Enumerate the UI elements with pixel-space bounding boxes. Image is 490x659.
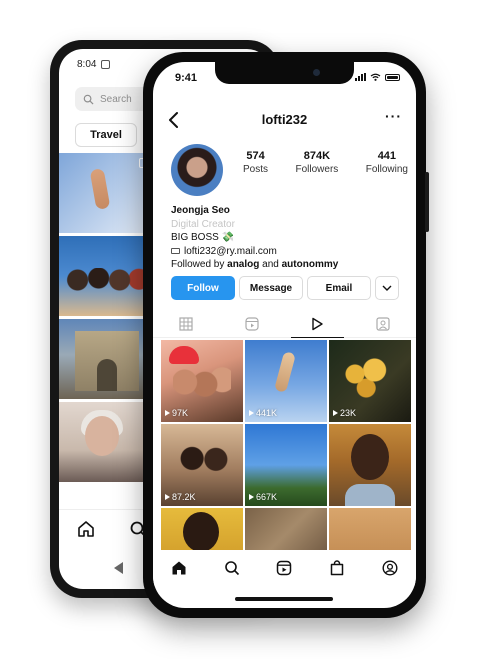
play-small-icon [165, 410, 170, 416]
email-button[interactable]: Email [307, 276, 371, 300]
status-icons [355, 73, 400, 81]
android-back-button[interactable] [114, 562, 123, 574]
profile-display-name: Jeongja Seo [171, 205, 230, 216]
video-tile[interactable] [329, 424, 411, 506]
view-count-text: 667K [256, 492, 278, 502]
tagged-icon [376, 316, 390, 331]
play-icon [312, 317, 324, 330]
profile-bio-line: BIG BOSS 💸 [171, 232, 235, 243]
profile-email-row[interactable]: lofti232@ry.mail.com [171, 245, 401, 259]
video-grid: 97K 441K 23K 87.2K 667K [161, 340, 411, 560]
video-tile[interactable]: 667K [245, 424, 327, 506]
profile-stats: 574 Posts 874K Followers 441 Following [243, 150, 408, 175]
view-count-text: 441K [256, 408, 278, 418]
stat-value: 874K [303, 150, 331, 162]
back-search-placeholder: Search [100, 93, 132, 105]
view-count: 441K [249, 408, 277, 418]
follow-button[interactable]: Follow [171, 276, 235, 300]
profile-bio: Jeongja Seo Digital Creator BIG BOSS 💸 l… [171, 204, 401, 272]
followed-by-row[interactable]: Followed by analog and autonommy [171, 258, 401, 272]
home-icon[interactable] [171, 560, 187, 576]
notch [215, 62, 354, 84]
view-count: 87.2K [165, 492, 196, 502]
followed-by-user-1[interactable]: analog [227, 259, 259, 270]
tab-videos[interactable] [285, 310, 351, 338]
instagram-notification-icon [101, 60, 111, 69]
play-small-icon [333, 410, 338, 416]
stat-label: Followers [295, 164, 339, 175]
view-count-text: 23K [340, 408, 357, 418]
profile-header: lofti232 ··· [153, 106, 416, 134]
stat-label: Posts [243, 164, 269, 175]
back-chip-travel[interactable]: Travel [75, 123, 137, 147]
more-options-icon[interactable]: ··· [385, 108, 402, 124]
view-count-text: 87.2K [172, 492, 196, 502]
followed-by-prefix: Followed by [171, 259, 228, 270]
tab-grid[interactable] [153, 310, 219, 337]
battery-icon [385, 73, 400, 81]
mail-icon [171, 248, 180, 255]
followed-by-user-2[interactable]: autonommy [282, 259, 339, 270]
stat-following[interactable]: 441 Following [366, 150, 408, 175]
stat-posts[interactable]: 574 Posts [243, 150, 268, 175]
stat-label: Following [365, 164, 408, 175]
bottom-nav [153, 550, 416, 586]
reels-icon[interactable] [276, 560, 292, 576]
home-indicator[interactable] [235, 597, 333, 601]
signal-icon [355, 73, 366, 81]
stat-followers[interactable]: 874K Followers [295, 150, 338, 175]
explore-tile[interactable] [59, 153, 155, 233]
view-count-text: 97K [172, 408, 189, 418]
explore-tile[interactable] [59, 236, 155, 316]
side-button [425, 172, 429, 232]
play-small-icon [249, 410, 254, 416]
play-small-icon [249, 494, 254, 500]
profile-email: lofti232@ry.mail.com [184, 245, 277, 257]
view-count: 667K [249, 492, 277, 502]
video-tile[interactable]: 87.2K [161, 424, 243, 506]
profile-actions: Follow Message Email [171, 276, 399, 300]
shop-icon[interactable] [329, 560, 345, 576]
video-tile[interactable]: 97K [161, 340, 243, 422]
video-tile[interactable]: 23K [329, 340, 411, 422]
grid-icon [179, 316, 193, 331]
front-phone: 9:41 lofti232 ··· 574 Posts 874K Followe… [143, 52, 429, 618]
status-time: 9:41 [175, 72, 198, 84]
front-phone-screen: 9:41 lofti232 ··· 574 Posts 874K Followe… [153, 62, 416, 608]
wifi-icon [370, 73, 381, 81]
play-small-icon [165, 494, 170, 500]
search-icon[interactable] [224, 560, 240, 576]
view-count: 97K [165, 408, 188, 418]
followed-by-and: and [259, 259, 282, 270]
home-icon[interactable] [77, 520, 95, 538]
back-status-bar: 8:04 [77, 59, 111, 70]
view-count: 23K [333, 408, 356, 418]
search-icon [83, 94, 94, 105]
message-button[interactable]: Message [239, 276, 303, 300]
chevron-down-icon [382, 285, 392, 291]
tab-tagged[interactable] [350, 310, 416, 337]
stat-value: 574 [246, 150, 265, 162]
explore-tile[interactable] [59, 319, 155, 399]
profile-tabs [153, 310, 416, 338]
profile-icon[interactable] [382, 560, 398, 576]
tab-reels[interactable] [219, 310, 285, 337]
explore-tile[interactable] [59, 402, 155, 482]
profile-username: lofti232 [261, 112, 308, 127]
back-status-time: 8:04 [77, 59, 97, 70]
avatar[interactable] [171, 144, 223, 196]
reels-icon [245, 316, 259, 331]
stat-value: 441 [377, 150, 397, 162]
profile-category: Digital Creator [171, 218, 235, 230]
suggested-dropdown-button[interactable] [375, 276, 399, 300]
video-tile[interactable]: 441K [245, 340, 327, 422]
